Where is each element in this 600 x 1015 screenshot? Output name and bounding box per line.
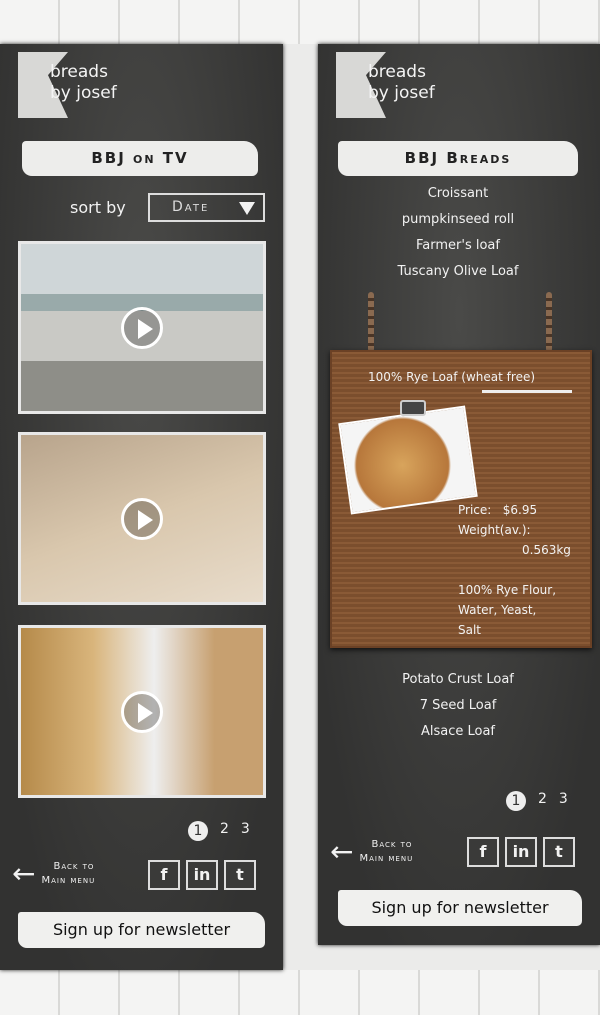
brick-wall-bottom [0,970,600,1015]
back-text-2: Main menu [41,875,96,886]
price-value: $6.95 [502,503,538,517]
page-2[interactable]: 2 [538,791,547,811]
sort-value: Date [172,199,210,215]
logo-text-2: by josef [50,83,117,103]
video-thumbnail[interactable] [18,241,266,414]
bread-list-top: Croissant pumpkinseed roll Farmer's loaf… [318,181,598,285]
logo[interactable]: breads by josef [336,52,448,118]
arrow-left-icon: ← [330,835,354,868]
page-title: BBJ on TV [22,141,258,176]
brick-wall-top [0,0,600,44]
bread-item[interactable]: Croissant [318,181,598,207]
linkedin-icon[interactable]: in [505,837,537,867]
logo-text-2: by josef [368,83,435,103]
sort-label: sort by [70,198,126,217]
play-icon[interactable] [121,690,163,733]
page-title: BBJ Breads [338,141,578,176]
bread-item[interactable]: Alsace Loaf [318,719,598,745]
back-to-main-menu[interactable]: ← Back to Main menu [12,860,95,888]
price-label: Price: [458,503,492,517]
ingredients-line: 100% Rye Flour, [458,583,557,597]
ingredients-line: Water, Yeast, [458,603,537,617]
weight-label: Weight(av.): [458,523,531,537]
video-thumbnail[interactable] [18,625,266,798]
back-text-1: Back to [371,839,413,850]
back-to-main-menu[interactable]: ← Back to Main menu [330,838,413,866]
clip-icon [400,400,426,416]
bread-item[interactable]: Farmer's loaf [318,233,598,259]
screen-bbj-breads: breads by josef BBJ Breads Croissant pump… [318,44,600,945]
twitter-icon[interactable]: t [224,860,256,890]
facebook-icon[interactable]: f [467,837,499,867]
linkedin-icon[interactable]: in [186,860,218,890]
bread-item[interactable]: Tuscany Olive Loaf [318,259,598,285]
arrow-left-icon: ← [12,857,36,890]
page-1[interactable]: 1 [506,791,526,811]
weight-value: 0.563kg [522,543,571,557]
logo-text-1: breads [50,62,108,82]
underline [482,390,572,393]
back-text-2: Main menu [359,853,414,864]
back-text-1: Back to [53,861,95,872]
caret-down-icon [239,202,255,215]
chain-icon [368,292,374,352]
featured-bread-card[interactable]: 100% Rye Loaf (wheat free) Price: $6.95 … [330,350,592,648]
page-2[interactable]: 2 [220,821,229,841]
play-icon[interactable] [121,497,163,540]
twitter-icon[interactable]: t [543,837,575,867]
pagination: 123 [188,821,250,841]
newsletter-button[interactable]: Sign up for newsletter [338,890,582,926]
featured-bread-name: 100% Rye Loaf (wheat free) [368,370,536,384]
logo-text-1: breads [368,62,426,82]
bread-item[interactable]: pumpkinseed roll [318,207,598,233]
pagination: 123 [506,791,568,811]
screen-bbj-on-tv: breads by josef BBJ on TV sort by Date 12… [0,44,283,970]
page-3[interactable]: 3 [559,791,568,811]
bread-item[interactable]: Potato Crust Loaf [318,667,598,693]
page-1[interactable]: 1 [188,821,208,841]
play-icon[interactable] [121,306,163,349]
ingredients-line: Salt [458,623,482,637]
sort-select[interactable]: Date [148,193,265,222]
logo[interactable]: breads by josef [18,52,130,118]
facebook-icon[interactable]: f [148,860,180,890]
social-links: f in t [467,837,575,867]
bread-photo [338,405,478,515]
newsletter-button[interactable]: Sign up for newsletter [18,912,265,948]
bread-item[interactable]: 7 Seed Loaf [318,693,598,719]
bread-list-bottom: Potato Crust Loaf 7 Seed Loaf Alsace Loa… [318,667,598,745]
video-thumbnail[interactable] [18,432,266,605]
chain-icon [546,292,552,352]
page-3[interactable]: 3 [241,821,250,841]
social-links: f in t [148,860,256,890]
